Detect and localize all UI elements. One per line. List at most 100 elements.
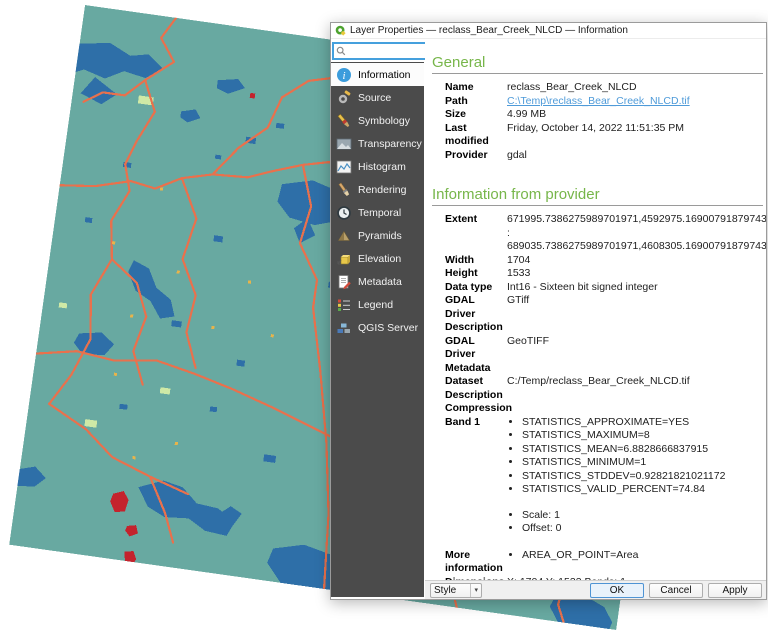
info-row: More information AREA_OR_POINT=Area bbox=[445, 549, 763, 576]
info-row: GDAL Driver DescriptionGTiff bbox=[445, 294, 763, 335]
field-value: gdal bbox=[507, 149, 763, 163]
sidebar-item-label: Elevation bbox=[358, 253, 401, 265]
style-menu-button[interactable]: Style ▾ bbox=[430, 583, 482, 598]
section-divider bbox=[432, 73, 763, 74]
cancel-button[interactable]: Cancel bbox=[649, 583, 703, 598]
info-icon: i bbox=[336, 67, 352, 83]
bullet-item: STATISTICS_VALID_PERCENT=74.84 bbox=[522, 483, 761, 497]
section-divider bbox=[432, 205, 763, 206]
desktop: Layer Properties — reclass_Bear_Creek_NL… bbox=[0, 0, 768, 637]
field-value: C:/Temp/reclass_Bear_Creek_NLCD.tif bbox=[507, 375, 763, 402]
svg-text:i: i bbox=[342, 70, 345, 82]
field-value bbox=[507, 402, 763, 416]
layer-properties-dialog: Layer Properties — reclass_Bear_Creek_NL… bbox=[330, 22, 767, 600]
field-value: Int16 - Sixteen bit signed integer bbox=[507, 281, 763, 295]
field-label: Band 1 bbox=[445, 416, 507, 536]
section-heading: General bbox=[432, 54, 763, 71]
dialog-titlebar[interactable]: Layer Properties — reclass_Bear_Creek_NL… bbox=[331, 23, 766, 39]
info-row: Extent671995.7386275989701971,4592975.16… bbox=[445, 213, 763, 254]
ok-button[interactable]: OK bbox=[590, 583, 644, 598]
field-label: Provider bbox=[445, 149, 507, 163]
info-row: Namereclass_Bear_Creek_NLCD bbox=[445, 81, 763, 95]
field-value: AREA_OR_POINT=Area bbox=[507, 549, 763, 576]
field-label: Dataset Description bbox=[445, 375, 507, 402]
field-label: GDAL Driver Metadata bbox=[445, 335, 507, 376]
field-label: Height bbox=[445, 267, 507, 281]
dialog-button-bar: Style ▾ OK Cancel Apply bbox=[425, 580, 766, 599]
field-value: 1704 bbox=[507, 254, 763, 268]
field-label: Width bbox=[445, 254, 507, 268]
field-value: Friday, October 14, 2022 11:51:35 PM bbox=[507, 122, 763, 149]
info-row: Dataset DescriptionC:/Temp/reclass_Bear_… bbox=[445, 375, 763, 402]
field-value: 671995.7386275989701971,4592975.16900791… bbox=[507, 213, 766, 254]
symbology-icon bbox=[336, 113, 352, 129]
transparency-icon bbox=[336, 136, 352, 152]
properties-search-box[interactable] bbox=[332, 42, 438, 60]
dialog-title: Layer Properties — reclass_Bear_Creek_NL… bbox=[350, 25, 628, 36]
sidebar-item-pyramids[interactable]: Pyramids bbox=[331, 224, 424, 247]
sidebar-item-symbology[interactable]: Symbology bbox=[331, 109, 424, 132]
qgis-logo-icon bbox=[335, 25, 346, 36]
bullet-item: AREA_OR_POINT=Area bbox=[522, 549, 761, 563]
bullet-item: STATISTICS_APPROXIMATE=YES bbox=[522, 416, 761, 430]
field-label: Name bbox=[445, 81, 507, 95]
field-value: STATISTICS_APPROXIMATE=YESSTATISTICS_MAX… bbox=[507, 416, 763, 536]
pyramids-icon bbox=[336, 228, 352, 244]
field-label: More information bbox=[445, 549, 507, 576]
source-icon bbox=[336, 90, 352, 106]
info-row: Width1704 bbox=[445, 254, 763, 268]
sidebar-item-label: Rendering bbox=[358, 184, 406, 196]
section-heading: Information from provider bbox=[432, 186, 763, 203]
sidebar-item-label: Source bbox=[358, 92, 391, 104]
info-row: Size4.99 MB bbox=[445, 108, 763, 122]
field-value: GeoTIFF bbox=[507, 335, 763, 376]
search-input[interactable] bbox=[346, 46, 434, 57]
sidebar-item-label: Transparency bbox=[358, 138, 422, 150]
metadata-icon bbox=[336, 274, 352, 290]
info-row: Compression bbox=[445, 402, 763, 416]
chevron-down-icon: ▾ bbox=[470, 584, 478, 597]
field-label: Extent bbox=[445, 213, 507, 254]
sidebar-item-transparency[interactable]: Transparency bbox=[331, 132, 424, 155]
field-label: Size bbox=[445, 108, 507, 122]
elevation-icon bbox=[336, 251, 352, 267]
sidebar-item-qgis-server[interactable]: QGIS Server bbox=[331, 316, 424, 339]
sidebar-item-metadata[interactable]: Metadata bbox=[331, 270, 424, 293]
bullet-item: Scale: 1 bbox=[522, 509, 761, 523]
bullet-item: STATISTICS_MEAN=6.8828666837915 bbox=[522, 443, 761, 457]
info-row: Band 1STATISTICS_APPROXIMATE=YESSTATISTI… bbox=[445, 416, 763, 536]
field-label: Last modified bbox=[445, 122, 507, 149]
apply-button[interactable]: Apply bbox=[708, 583, 762, 598]
sidebar-item-label: Information bbox=[358, 69, 411, 81]
sidebar-item-elevation[interactable]: Elevation bbox=[331, 247, 424, 270]
file-path-link[interactable]: C:\Temp\reclass_Bear_Creek_NLCD.tif bbox=[507, 95, 763, 109]
temporal-icon bbox=[336, 205, 352, 221]
sidebar-item-label: QGIS Server bbox=[358, 322, 418, 334]
field-label: Compression bbox=[445, 402, 507, 416]
properties-sidebar: i Information Source Symbology Transparency H… bbox=[331, 62, 424, 597]
style-button-label: Style bbox=[434, 585, 456, 596]
sidebar-item-temporal[interactable]: Temporal bbox=[331, 201, 424, 224]
info-row: PathC:\Temp\reclass_Bear_Creek_NLCD.tif bbox=[445, 95, 763, 109]
sidebar-item-label: Legend bbox=[358, 299, 393, 311]
sidebar-item-label: Histogram bbox=[358, 161, 406, 173]
sidebar-item-legend[interactable]: Legend bbox=[331, 293, 424, 316]
legend-icon bbox=[336, 297, 352, 313]
bullet-item: Offset: 0 bbox=[522, 522, 761, 536]
bullet-item: STATISTICS_MINIMUM=1 bbox=[522, 456, 761, 470]
rendering-icon bbox=[336, 182, 352, 198]
field-value: 4.99 MB bbox=[507, 108, 763, 122]
field-label: GDAL Driver Description bbox=[445, 294, 507, 335]
information-panel[interactable]: General Namereclass_Bear_Creek_NLCDPathC:… bbox=[425, 40, 766, 580]
field-label: Data type bbox=[445, 281, 507, 295]
sidebar-item-source[interactable]: Source bbox=[331, 86, 424, 109]
server-icon bbox=[336, 320, 352, 336]
sidebar-item-label: Temporal bbox=[358, 207, 401, 219]
sidebar-item-label: Symbology bbox=[358, 115, 410, 127]
section-information-from-provider: Information from provider Extent671995.73… bbox=[432, 186, 763, 580]
bullet-item: STATISTICS_MAXIMUM=8 bbox=[522, 429, 761, 443]
sidebar-item-information[interactable]: i Information bbox=[331, 63, 424, 86]
sidebar-item-histogram[interactable]: Histogram bbox=[331, 155, 424, 178]
sidebar-item-rendering[interactable]: Rendering bbox=[331, 178, 424, 201]
field-value: reclass_Bear_Creek_NLCD bbox=[507, 81, 763, 95]
